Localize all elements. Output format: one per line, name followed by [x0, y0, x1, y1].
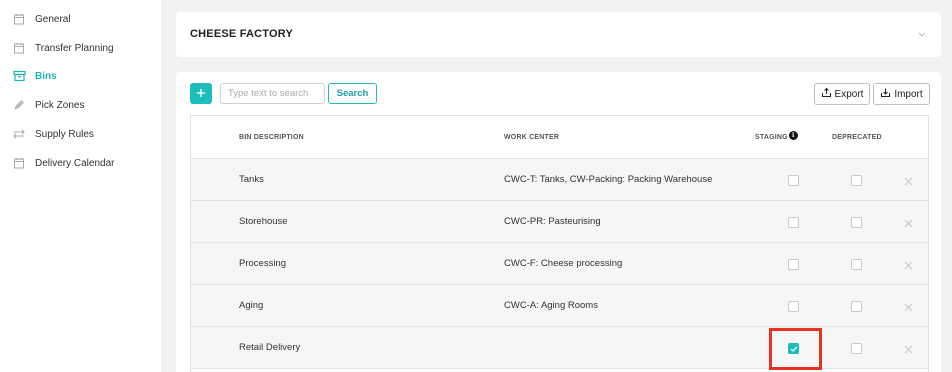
staging-checkbox[interactable]: [788, 343, 799, 354]
export-button[interactable]: Export: [814, 83, 870, 105]
table-row: Retail Delivery: [191, 327, 928, 369]
deprecated-checkbox[interactable]: [851, 175, 862, 186]
work-center-cell: CWC-A: Aging Rooms: [504, 300, 598, 311]
export-icon: [821, 87, 832, 101]
staging-checkbox[interactable]: [788, 175, 799, 186]
bins-card: Search Export Import BIN DESCRIPTION WOR…: [176, 72, 941, 372]
work-center-cell: CWC-F: Cheese processing: [504, 258, 623, 269]
calendar-icon: [12, 12, 26, 26]
column-header-deprecated[interactable]: DEPRECATED: [832, 134, 882, 141]
checkmark-icon: [790, 340, 798, 358]
section-header[interactable]: CHEESE FACTORY: [176, 12, 941, 57]
add-bin-button[interactable]: [190, 83, 212, 104]
export-label: Export: [834, 88, 864, 100]
deprecated-checkbox[interactable]: [851, 217, 862, 228]
close-icon[interactable]: [903, 174, 914, 186]
work-center-cell: CWC-T: Tanks, CW-Packing: Packing Wareho…: [504, 174, 713, 185]
search-button[interactable]: Search: [328, 83, 377, 104]
calendar-icon: [12, 156, 26, 170]
info-icon[interactable]: i: [788, 131, 798, 140]
column-header-staging-label: STAGING: [755, 134, 788, 141]
search-input[interactable]: [220, 83, 325, 104]
close-icon[interactable]: [903, 216, 914, 228]
staging-checkbox[interactable]: [788, 301, 799, 312]
sidebar-item-pick-zones[interactable]: Pick Zones: [12, 95, 84, 115]
sidebar-item-bins[interactable]: Bins: [12, 66, 57, 86]
table-row: Tanks CWC-T: Tanks, CW-Packing: Packing …: [191, 159, 928, 201]
close-icon[interactable]: [903, 258, 914, 270]
close-icon[interactable]: [903, 300, 914, 312]
sidebar-item-label: Pick Zones: [35, 99, 85, 111]
import-icon: [880, 87, 891, 101]
page-title: CHEESE FACTORY: [190, 28, 294, 40]
sidebar-item-label: Supply Rules: [35, 128, 94, 140]
deprecated-checkbox[interactable]: [851, 301, 862, 312]
sidebar-item-label: Transfer Planning: [35, 42, 114, 54]
column-header-bin-description[interactable]: BIN DESCRIPTION: [239, 134, 304, 141]
sidebar-item-supply-rules[interactable]: Supply Rules: [12, 124, 94, 144]
sidebar-item-label: General: [35, 13, 71, 25]
import-label: Import: [894, 88, 923, 100]
close-icon[interactable]: [903, 342, 914, 354]
sidebar-item-general[interactable]: General: [12, 9, 71, 29]
sidebar-item-label: Bins: [35, 70, 57, 82]
work-center-cell: CWC-PR: Pasteurising: [504, 216, 601, 227]
bin-description-cell: Tanks: [239, 174, 264, 185]
pencil-icon: [12, 98, 26, 112]
deprecated-checkbox[interactable]: [851, 259, 862, 270]
sidebar: General Transfer Planning Bins Pick Zone…: [0, 0, 161, 372]
bin-icon: [12, 69, 26, 83]
bin-description-cell: Storehouse: [239, 216, 288, 227]
bin-description-cell: Aging: [239, 300, 264, 311]
import-button[interactable]: Import: [873, 83, 930, 105]
bins-table: BIN DESCRIPTION WORK CENTER STAGING i DEP…: [190, 115, 929, 372]
staging-checkbox[interactable]: [788, 217, 799, 228]
calendar-icon: [12, 41, 26, 55]
column-header-staging[interactable]: STAGING i: [755, 131, 798, 141]
table-header: BIN DESCRIPTION WORK CENTER STAGING i DEP…: [191, 116, 928, 159]
arrows-icon: [12, 127, 26, 141]
bin-description-cell: Retail Delivery: [239, 342, 301, 353]
sidebar-item-label: Delivery Calendar: [35, 157, 115, 169]
main-content: CHEESE FACTORY Search Export Import: [161, 0, 952, 372]
column-header-work-center[interactable]: WORK CENTER: [504, 134, 559, 141]
staging-checkbox[interactable]: [788, 259, 799, 270]
sidebar-item-delivery-calendar[interactable]: Delivery Calendar: [12, 153, 114, 173]
bin-description-cell: Processing: [239, 258, 286, 269]
deprecated-checkbox[interactable]: [851, 343, 862, 354]
table-row: Processing CWC-F: Cheese processing: [191, 243, 928, 285]
table-row: Storehouse CWC-PR: Pasteurising: [191, 201, 928, 243]
plus-icon: [196, 85, 206, 103]
table-row: Aging CWC-A: Aging Rooms: [191, 285, 928, 327]
sidebar-item-transfer-planning[interactable]: Transfer Planning: [12, 38, 114, 58]
chevron-down-icon[interactable]: [917, 26, 927, 44]
